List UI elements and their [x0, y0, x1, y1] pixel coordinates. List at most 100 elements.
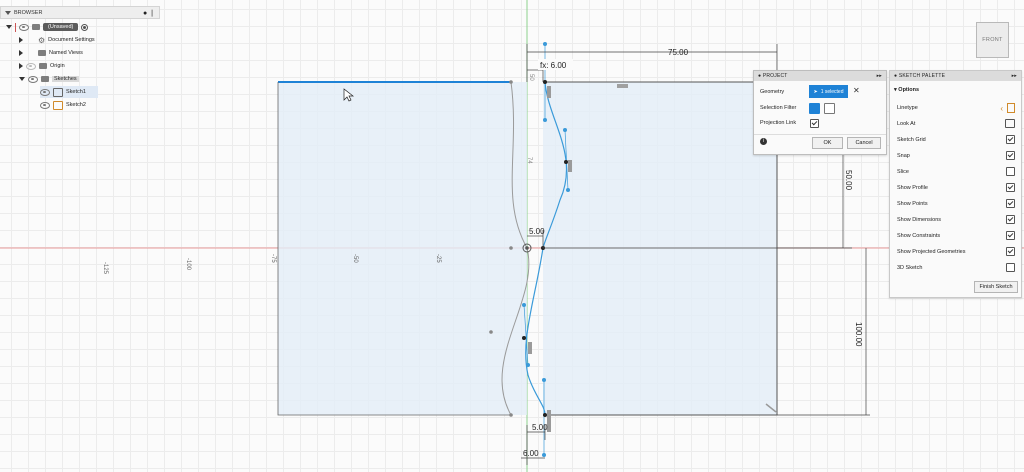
filter-specified-entities-icon[interactable] — [809, 103, 820, 114]
expand-dialog-icon[interactable]: ▸▸ — [877, 73, 882, 79]
expand-palette-icon[interactable]: ▸▸ — [1012, 73, 1017, 79]
document-icon — [32, 24, 40, 30]
option-label: Show Dimensions — [897, 216, 942, 223]
browser-options-icon[interactable]: ● ❘ — [143, 9, 155, 17]
collapse-icon[interactable] — [5, 10, 11, 15]
document-row[interactable]: (Unsaved) — [6, 21, 89, 33]
sketch-icon — [53, 100, 63, 110]
option-label: Show Projected Geometries — [897, 248, 966, 255]
profile-right[interactable] — [543, 82, 777, 415]
browser-item-origin[interactable]: Origin — [19, 60, 65, 72]
sketch-palette-header[interactable]: ● SKETCH PALETTE ▸▸ — [890, 71, 1021, 81]
option-slice: Slice — [897, 167, 1015, 176]
construction-line-icon[interactable]: ‹ — [1000, 104, 1003, 113]
browser-item-sketches[interactable]: Sketches — [19, 73, 79, 85]
option-show-profile: Show Profile — [897, 183, 1015, 192]
projection-link-label: Projection Link — [760, 120, 797, 126]
project-dialog-header[interactable]: ● PROJECT ▸▸ — [754, 71, 886, 81]
dim-bottom-offset[interactable]: 5.00 — [532, 423, 548, 432]
dialog-icon: ● — [758, 73, 762, 79]
folder-icon — [41, 76, 49, 82]
dim-height-right[interactable]: 50.00 — [844, 170, 853, 191]
geometry-value: 1 selected — [820, 88, 844, 95]
browser-title: BROWSER — [14, 9, 43, 16]
3d-sketch-checkbox[interactable] — [1006, 263, 1015, 272]
palette-icon: ● — [894, 73, 898, 79]
dim-height-total[interactable]: 100.00 — [854, 322, 863, 347]
geometry-label: Geometry — [760, 89, 785, 95]
collapse-icon: ▾ — [894, 87, 897, 93]
tick-label: -125 — [102, 262, 108, 275]
cancel-button[interactable]: Cancel — [847, 137, 881, 149]
projection-link-row: Projection Link — [760, 120, 796, 126]
sketch-palette: ● SKETCH PALETTE ▸▸ ▾ Options Linetype ‹… — [889, 70, 1022, 298]
projection-link-checkbox[interactable] — [810, 119, 819, 128]
show-projected-geometries-checkbox[interactable] — [1006, 247, 1015, 256]
show-dimensions-checkbox[interactable] — [1006, 215, 1015, 224]
browser-item-label: Origin — [50, 63, 65, 69]
snap-checkbox[interactable] — [1006, 151, 1015, 160]
show-points-checkbox[interactable] — [1006, 199, 1015, 208]
expand-icon[interactable] — [19, 37, 23, 43]
info-icon[interactable]: i — [760, 138, 767, 145]
record-icon[interactable] — [81, 23, 89, 31]
show-constraints-checkbox[interactable] — [1006, 231, 1015, 240]
browser-item-sketch2[interactable]: Sketch2 — [40, 99, 86, 111]
sketch-grid-checkbox[interactable] — [1006, 135, 1015, 144]
profile-left[interactable] — [278, 82, 527, 415]
option-snap: Snap — [897, 151, 1015, 160]
project-dialog: ● PROJECT ▸▸ Geometry ➤ 1 selected ✕ Sel… — [753, 70, 887, 155]
eye-icon[interactable] — [19, 23, 29, 31]
marker-icon — [15, 22, 16, 32]
options-section-label: Options — [898, 87, 920, 93]
browser-item-label: Named Views — [49, 50, 83, 56]
eye-icon[interactable] — [40, 101, 50, 109]
option-label: Show Constraints — [897, 232, 941, 239]
eye-icon[interactable] — [26, 62, 36, 70]
dim-bottom-width[interactable]: 6.00 — [523, 449, 539, 458]
browser-item-label: Sketches — [52, 76, 79, 82]
browser-header[interactable]: BROWSER ● ❘ — [0, 6, 160, 19]
dim-small-top[interactable]: 50 — [528, 74, 534, 81]
option-3d-sketch: 3D Sketch — [897, 263, 1015, 272]
dim-fx[interactable]: fx: 6.00 — [540, 61, 567, 70]
project-dialog-title: PROJECT — [762, 73, 788, 79]
option-label: Look At — [897, 120, 916, 127]
document-name[interactable]: (Unsaved) — [43, 23, 79, 31]
dim-width-top[interactable]: 75.00 — [668, 48, 689, 57]
geometry-selection-button[interactable]: ➤ 1 selected — [809, 85, 848, 98]
tick-label: -50 — [352, 254, 358, 263]
look-at-icon[interactable] — [1005, 119, 1015, 128]
cursor-icon: ➤ — [813, 88, 818, 95]
slice-checkbox[interactable] — [1006, 167, 1015, 176]
expand-icon[interactable] — [6, 25, 12, 29]
expand-icon[interactable] — [19, 63, 23, 69]
browser-item-document-settings[interactable]: ⚙ Document Settings — [19, 34, 95, 46]
eye-icon[interactable] — [40, 88, 50, 96]
clear-selection-icon[interactable]: ✕ — [853, 85, 860, 97]
centerline-icon[interactable] — [1007, 103, 1015, 113]
option-label: Slice — [897, 168, 909, 175]
view-cube[interactable]: FRONT — [976, 22, 1009, 58]
option-sketch-grid: Sketch Grid — [897, 135, 1015, 144]
ok-button[interactable]: OK — [812, 137, 843, 149]
sketch-icon — [53, 87, 63, 97]
view-cube-label: FRONT — [982, 37, 1003, 43]
dim-small-mid[interactable]: 74 — [526, 157, 532, 164]
option-label: Linetype — [897, 105, 918, 111]
expand-icon[interactable] — [19, 50, 23, 56]
finish-sketch-button[interactable]: Finish Sketch — [974, 281, 1018, 293]
selection-filter-label: Selection Filter — [760, 105, 797, 111]
expand-icon[interactable] — [19, 77, 25, 81]
tick-label: -25 — [435, 254, 441, 263]
options-section[interactable]: ▾ Options — [894, 87, 919, 93]
browser-item-named-views[interactable]: Named Views — [19, 47, 83, 59]
geometry-row: Geometry — [760, 89, 784, 95]
eye-icon[interactable] — [28, 75, 38, 83]
filter-bodies-icon[interactable] — [824, 103, 835, 114]
browser-item-sketch1[interactable]: Sketch1 — [40, 86, 98, 98]
option-show-points: Show Points — [897, 199, 1015, 208]
option-show-constraints: Show Constraints — [897, 231, 1015, 240]
show-profile-checkbox[interactable] — [1006, 183, 1015, 192]
dim-mid-offset[interactable]: 5.00 — [529, 227, 545, 236]
